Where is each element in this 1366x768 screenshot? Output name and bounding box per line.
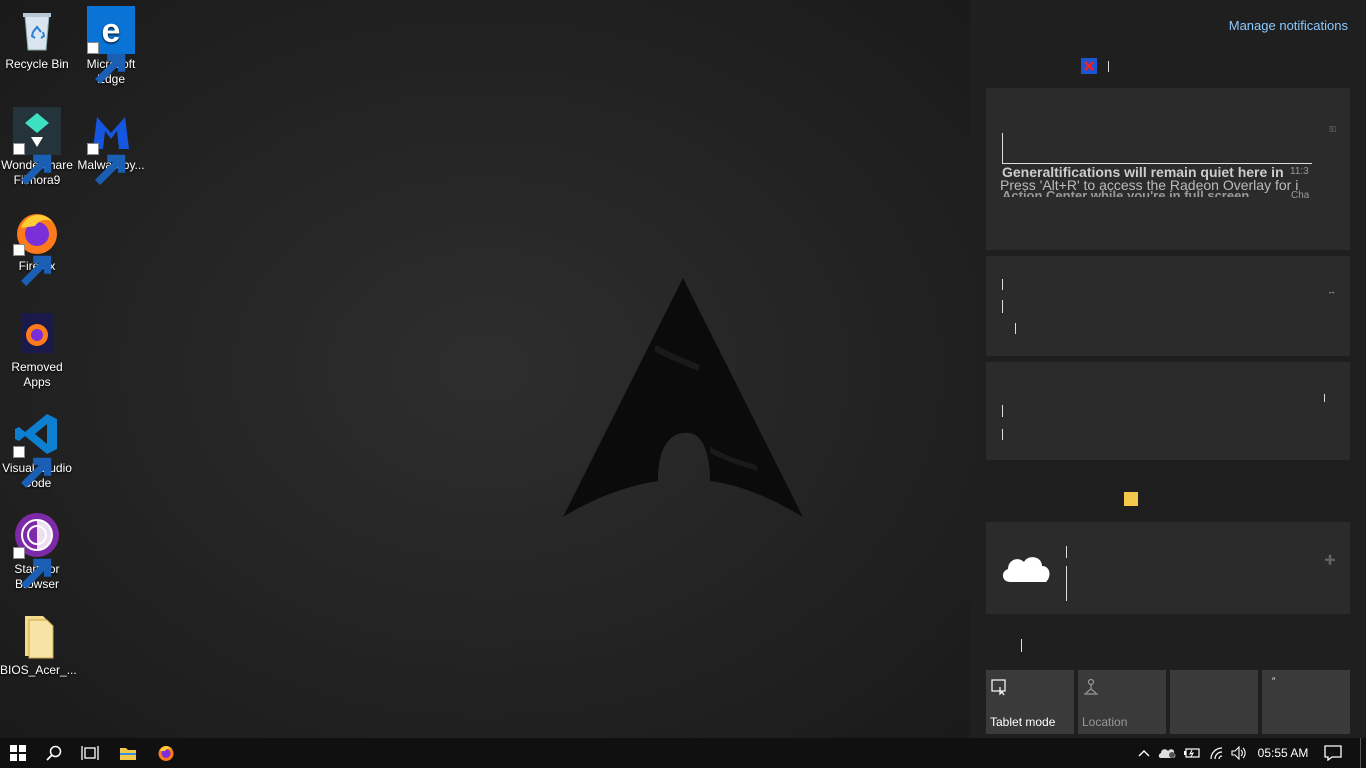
text-caret [1021, 639, 1022, 652]
tor-browser-icon [13, 511, 61, 589]
volume-tray-icon[interactable] [1228, 738, 1250, 768]
desktop-icon-label: BIOS_Acer_... [0, 663, 77, 677]
text-caret [1002, 405, 1003, 417]
malwarebytes-icon [87, 107, 135, 185]
removed-apps-icon [13, 309, 61, 357]
text-caret [1324, 394, 1325, 402]
desktop-icon-filmora[interactable]: Wondershare Filmora9 [0, 101, 74, 188]
recycle-bin-icon [13, 6, 61, 54]
notification-card[interactable]: 🗉 Generaltifications will remain quiet h… [986, 88, 1350, 250]
notification-menu-icon[interactable]: 🗉 [1329, 122, 1336, 138]
desktop-icon-firefox[interactable]: Firefox [0, 202, 74, 286]
filmora-icon [13, 107, 61, 185]
location-tile[interactable]: Location [1078, 670, 1166, 734]
tile-label: Tablet mode [990, 715, 1056, 729]
shortcut-arrow-icon [13, 143, 52, 185]
firefox-icon [158, 746, 174, 761]
battery-tray-icon[interactable] [1181, 738, 1203, 768]
shortcut-arrow-icon [87, 143, 126, 185]
wifi-icon [1210, 747, 1223, 760]
onedrive-cloud-icon [1002, 557, 1050, 582]
chevron-up-icon [1138, 750, 1150, 757]
show-hidden-icons-button[interactable] [1133, 738, 1155, 768]
radeon-app-icon [1081, 58, 1097, 74]
firefox-taskbar-button[interactable] [148, 738, 184, 768]
quick-action-tile[interactable]: ″ [1262, 670, 1350, 734]
text-caret [1002, 300, 1003, 313]
task-view-button[interactable] [72, 738, 108, 768]
notification-card[interactable] [986, 362, 1350, 460]
task-view-icon [81, 746, 99, 760]
notification-icon [1324, 745, 1342, 761]
file-explorer-icon [120, 748, 136, 760]
onedrive-notification-card[interactable]: ➕ [986, 522, 1350, 614]
arch-linux-logo [563, 278, 803, 517]
text-caret [1002, 279, 1003, 290]
tablet-mode-icon [991, 679, 1006, 696]
text-caret [1015, 323, 1016, 334]
windows-logo-icon [10, 745, 26, 761]
notification-menu-icon[interactable]: ↔ [1327, 286, 1336, 296]
show-desktop-button[interactable] [1360, 738, 1366, 768]
notification-body-overflow: Action Center while you're in full scree… [1002, 188, 1250, 197]
desktop-icon-malwarebytes[interactable]: Malwareby... [74, 101, 148, 185]
desktop-icon-removed-apps[interactable]: Removed Apps [0, 303, 74, 390]
manage-notifications-link[interactable]: Manage notifications [1229, 18, 1348, 33]
notification-time: 11:3 [1290, 166, 1309, 177]
desktop-icon-tor-browser[interactable]: Start Tor Browser [0, 505, 74, 592]
tile-label: Location [1082, 715, 1128, 729]
shortcut-arrow-icon [13, 446, 52, 488]
tablet-mode-tile[interactable]: Tablet mode [986, 670, 1074, 734]
desktop-icon-label: Recycle Bin [5, 57, 69, 71]
action-center-button[interactable] [1316, 738, 1350, 768]
desktop-icon-label: Removed Apps [11, 360, 63, 389]
quick-action-icon: ″ [1272, 676, 1276, 686]
edge-icon: e [87, 6, 135, 84]
text-caret [1108, 61, 1109, 72]
text-caret [1066, 566, 1067, 601]
network-tray-icon[interactable] [1206, 738, 1228, 768]
action-center-panel: Manage notifications 🗉 Generaltification… [970, 0, 1366, 738]
folder-icon [13, 612, 61, 660]
notification-menu-icon[interactable]: ➕ [1325, 555, 1336, 566]
taskbar-clock[interactable]: 05:55 AM [1252, 746, 1314, 760]
desktop-icon-vscode[interactable]: Visual Studio Code [0, 404, 74, 491]
desktop-icon-bios-folder[interactable]: BIOS_Acer_... [0, 606, 77, 678]
file-explorer-app-icon [1124, 492, 1138, 506]
text-caret [1002, 429, 1003, 440]
cloud-sync-icon [1158, 749, 1176, 758]
vscode-icon [13, 410, 61, 488]
desktop-icon-recycle-bin[interactable]: Recycle Bin [0, 0, 74, 72]
quick-action-tile[interactable] [1170, 670, 1258, 734]
onedrive-tray-icon[interactable] [1156, 738, 1178, 768]
location-icon [1084, 678, 1098, 695]
shortcut-arrow-icon [87, 42, 126, 84]
battery-charging-icon [1184, 748, 1200, 758]
text-caret [1002, 133, 1003, 163]
taskbar: 05:55 AM [0, 738, 1366, 768]
text-caret [1066, 546, 1067, 558]
start-button[interactable] [0, 738, 36, 768]
notification-card[interactable]: ↔ [986, 256, 1350, 356]
desktop-icon-microsoft-edge[interactable]: e Microsoft Edge [74, 0, 148, 87]
speaker-icon [1231, 746, 1246, 760]
search-button[interactable] [36, 738, 72, 768]
file-explorer-taskbar-button[interactable] [110, 738, 146, 768]
shortcut-arrow-icon [13, 244, 52, 286]
search-icon [46, 745, 62, 761]
firefox-icon [13, 208, 61, 286]
shortcut-arrow-icon [13, 547, 52, 589]
desktop: Recycle Bin e Microsoft Edge Wondershare… [0, 0, 970, 738]
notification-extra: Cha [1291, 190, 1310, 200]
